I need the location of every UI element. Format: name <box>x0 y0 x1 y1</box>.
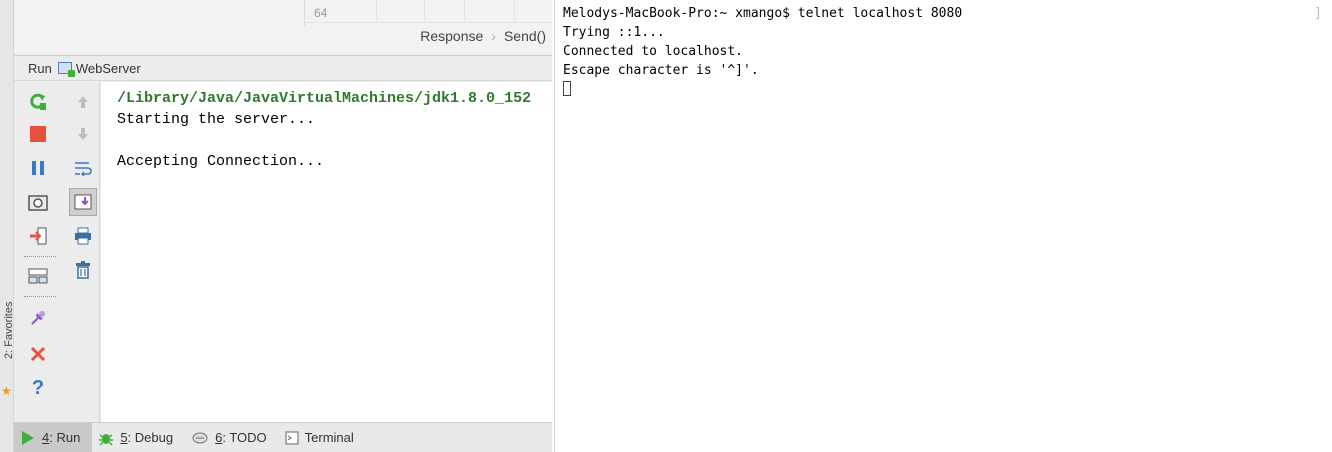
terminal-output: Melodys-MacBook-Pro:~ xmango$ telnet loc… <box>563 4 962 99</box>
star-icon: ★ <box>1 384 12 398</box>
table-divider <box>464 0 465 22</box>
run-config-icon <box>57 62 75 77</box>
up-arrow-icon[interactable] <box>71 90 95 114</box>
tab-run[interactable]: 4: Run <box>14 422 93 452</box>
trash-icon[interactable] <box>71 258 95 282</box>
toolbar-separator <box>24 296 56 297</box>
table-divider <box>514 0 515 22</box>
run-panel-title: Run <box>28 60 52 76</box>
play-icon <box>22 430 34 445</box>
bug-icon <box>99 433 114 445</box>
terminal-line: Escape character is '^]'. <box>563 63 759 78</box>
line-number: 64 <box>314 6 328 20</box>
run-toolbar-secondary <box>66 82 100 422</box>
pause-icon[interactable] <box>26 156 50 180</box>
terminal-line: Connected to localhost. <box>563 44 744 59</box>
pin-icon[interactable] <box>26 306 50 330</box>
console-path-line: /Library/Java/JavaVirtualMachines/jdk1.8… <box>117 90 532 107</box>
close-icon[interactable] <box>26 342 50 366</box>
terminal-edge-mark: ] <box>1314 6 1322 21</box>
tab-debug-key: 5 <box>120 430 128 445</box>
tab-debug-label: : Debug <box>127 430 174 445</box>
terminal-cursor <box>563 81 571 96</box>
tool-window-bar: 4: Run 5: Debug 6: TODO Terminal <box>14 422 552 452</box>
down-arrow-icon[interactable] <box>71 122 95 146</box>
table-divider <box>424 0 425 22</box>
breadcrumb-separator: › <box>491 28 496 44</box>
help-icon[interactable]: ? <box>26 376 50 400</box>
scroll-to-end-icon[interactable] <box>69 188 97 216</box>
exit-icon[interactable] <box>26 224 50 248</box>
console-line: Starting the server... <box>117 111 316 128</box>
terminal-line: Trying ::1... <box>563 25 665 40</box>
terminal-window[interactable]: Melodys-MacBook-Pro:~ xmango$ telnet loc… <box>554 0 1332 452</box>
tab-todo[interactable]: 6: TODO <box>185 423 279 452</box>
camera-icon[interactable] <box>26 190 50 214</box>
terminal-icon <box>285 431 299 444</box>
breadcrumb-send[interactable]: Send() <box>504 28 546 44</box>
run-toolbar-primary: ? <box>14 82 66 422</box>
tab-run-label: : Run <box>49 430 81 445</box>
editor-area: 64 Response › Send() <box>14 0 552 52</box>
table-divider <box>376 0 377 22</box>
print-icon[interactable] <box>71 224 95 248</box>
todo-icon <box>192 432 208 443</box>
ide-window: 2: Favorites ★ 64 Response › Send() Run … <box>0 0 552 452</box>
run-console-output: /Library/Java/JavaVirtualMachines/jdk1.8… <box>101 82 552 422</box>
stop-icon[interactable] <box>26 122 50 146</box>
run-config-name[interactable]: WebServer <box>76 61 141 76</box>
console-line: Accepting Connection... <box>117 153 325 170</box>
tab-todo-label: : TODO <box>222 430 267 445</box>
divider <box>304 22 552 23</box>
terminal-line: Melodys-MacBook-Pro:~ xmango$ telnet loc… <box>563 6 963 21</box>
breadcrumb-response[interactable]: Response <box>420 28 483 44</box>
layout-icon[interactable] <box>26 264 50 288</box>
favorites-strip: 2: Favorites ★ <box>0 0 15 452</box>
rerun-icon[interactable] <box>26 90 50 114</box>
run-panel-header: Run WebServer <box>14 55 552 81</box>
breadcrumb: Response › Send() <box>420 28 546 44</box>
tab-debug[interactable]: 5: Debug <box>92 423 185 452</box>
soft-wrap-icon[interactable] <box>71 156 95 180</box>
toolbar-separator <box>24 256 56 257</box>
tab-terminal[interactable]: Terminal <box>279 423 366 452</box>
tab-terminal-label: Terminal <box>304 430 354 445</box>
